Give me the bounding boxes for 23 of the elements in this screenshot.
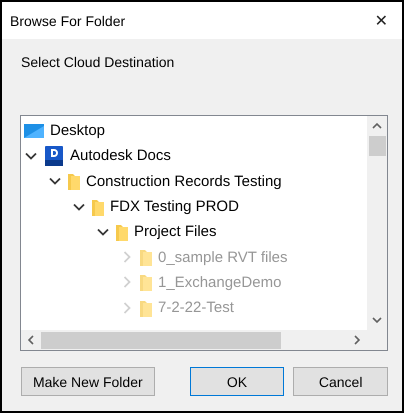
tree-item[interactable]: Construction Records Testing	[86, 172, 282, 190]
dialog-button[interactable]: Cancel	[293, 367, 388, 396]
scrollbar-thumb[interactable]	[368, 136, 386, 156]
scrollbar-thumb[interactable]	[41, 332, 281, 348]
tree-item[interactable]: FDX Testing PROD	[110, 198, 239, 216]
folder-icon	[140, 248, 152, 266]
desktop-icon	[24, 122, 44, 139]
folder-icon	[92, 198, 104, 216]
window-title: Browse For Folder	[10, 12, 126, 28]
folder-icon	[116, 222, 128, 241]
folder-icon	[140, 273, 152, 292]
dialog-button[interactable]: OK	[190, 367, 284, 396]
docs-app-icon	[44, 146, 64, 166]
tree-item[interactable]: Project Files	[134, 223, 217, 240]
prompt-text: Select Cloud Destination	[20, 53, 176, 72]
folder-icon	[140, 298, 152, 317]
dialog-button[interactable]: Make New Folder	[21, 367, 155, 396]
vertical-scrollbar[interactable]	[367, 116, 387, 330]
tree-item[interactable]: Autodesk Docs	[70, 147, 171, 164]
horizontal-scrollbar[interactable]	[21, 330, 367, 350]
folder-icon	[68, 172, 80, 190]
tree-item[interactable]: Desktop	[50, 122, 106, 140]
close-button[interactable]: ✕	[370, 11, 392, 30]
